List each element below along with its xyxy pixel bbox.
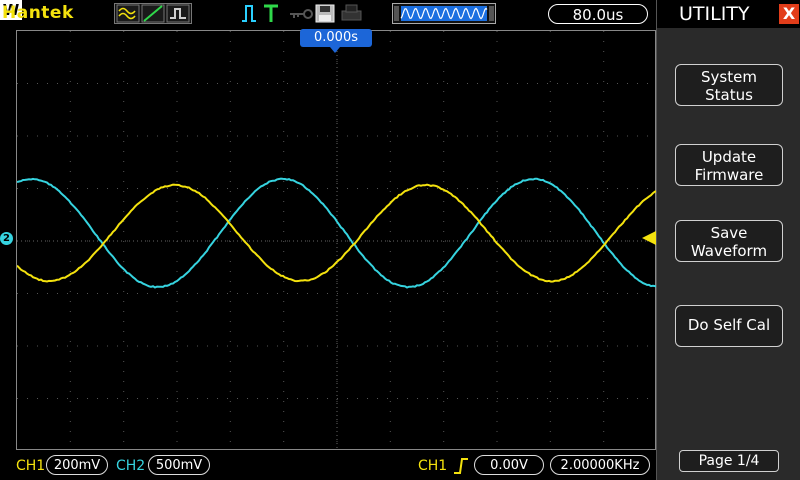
- trigger-position-marker: [330, 47, 340, 53]
- coupling-icons: [114, 3, 192, 24]
- top-status-bar: Hantek W 80.0us: [0, 0, 656, 28]
- ch1-scale[interactable]: 200mV: [46, 455, 108, 475]
- do-self-cal-button[interactable]: Do Self Cal: [675, 305, 783, 347]
- trigger-source: CH1: [418, 458, 447, 474]
- trigger-level[interactable]: 0.00V: [474, 455, 544, 475]
- ch2-scale[interactable]: 500mV: [148, 455, 210, 475]
- trigger-position-label[interactable]: 0.000s: [300, 29, 372, 47]
- ch2-label: CH2: [116, 458, 145, 474]
- system-status-button[interactable]: System Status: [675, 64, 783, 106]
- ch2-ground-marker[interactable]: 2: [0, 232, 13, 245]
- utility-menu: UTILITY X System Status Update Firmware …: [656, 0, 800, 480]
- page-indicator[interactable]: Page 1/4: [679, 450, 779, 472]
- key-icon: [288, 3, 316, 24]
- brand-logo: Hantek: [2, 3, 74, 23]
- trigger-t-icon: [264, 6, 278, 22]
- update-firmware-button[interactable]: Update Firmware: [675, 144, 783, 186]
- timebase-window-icon: [392, 3, 496, 24]
- ch1-label: CH1: [16, 458, 45, 474]
- frequency-readout: 2.00000KHz: [550, 455, 650, 475]
- run-pulse-icon: [242, 6, 256, 21]
- save-print-icons: [314, 3, 364, 24]
- rising-edge-icon: [452, 457, 470, 475]
- waveform-display: [16, 30, 656, 450]
- graticule: [17, 31, 657, 451]
- trigger-level-marker[interactable]: [642, 231, 656, 245]
- run-trigger-icons: [240, 3, 286, 24]
- save-waveform-button[interactable]: Save Waveform: [675, 220, 783, 262]
- timebase-value[interactable]: 80.0us: [548, 4, 648, 24]
- close-button[interactable]: X: [779, 4, 799, 24]
